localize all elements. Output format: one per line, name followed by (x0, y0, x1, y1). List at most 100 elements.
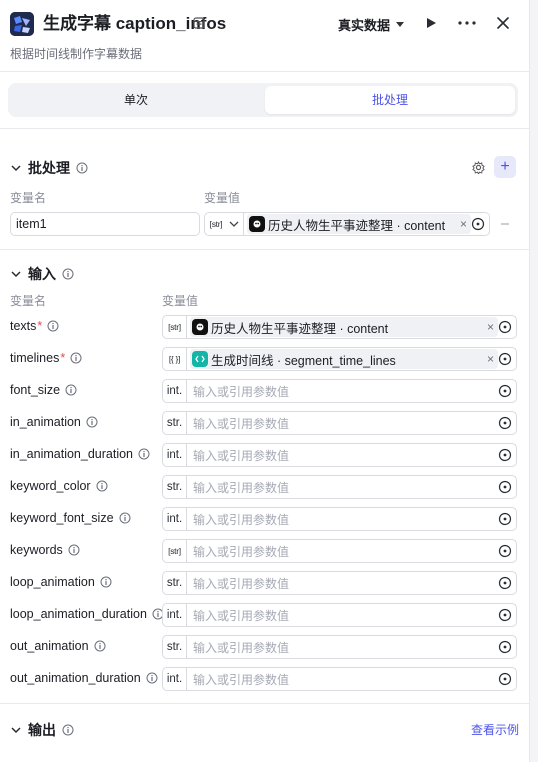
info-icon[interactable] (94, 640, 106, 652)
field-name-text: loop_animation (10, 575, 95, 589)
field-label-loop-animation-duration: loop_animation_duration (10, 607, 164, 621)
info-icon[interactable] (86, 416, 98, 428)
play-icon (427, 18, 436, 28)
batch-item-value-input[interactable]: [str] 历史人物生平事迹整理 · content × (204, 212, 490, 236)
field-label-timelines: timelines * (10, 351, 82, 365)
field-label-keywords: keywords (10, 543, 80, 557)
divider (0, 703, 530, 704)
required-marker: * (60, 351, 66, 365)
batch-section-header[interactable]: 批处理 (10, 158, 88, 178)
info-icon[interactable] (96, 480, 108, 492)
type-tag: str. (163, 636, 187, 658)
edit-icon[interactable] (193, 17, 205, 29)
field-name-text: loop_animation_duration (10, 607, 147, 621)
reference-target-icon[interactable] (498, 320, 512, 334)
node-config-panel: 生成字幕 caption_infos 真实数据 根据时间线制作字幕数据 单次 批… (0, 0, 530, 762)
type-tag: [{ }] (163, 348, 187, 370)
clear-icon[interactable]: × (487, 352, 494, 366)
reference-chip[interactable]: 生成时间线 · segment_time_lines × (190, 349, 498, 369)
type-tag: str. (163, 412, 187, 434)
clear-icon[interactable]: × (487, 320, 494, 334)
run-button[interactable] (420, 12, 442, 34)
inputs-section-header[interactable]: 输入 (10, 264, 74, 284)
output-section-title: 输出 (28, 722, 56, 738)
info-icon[interactable] (76, 162, 88, 174)
field-input-keywords[interactable]: [str] 输入或引用参数值 (162, 539, 517, 563)
info-icon[interactable] (138, 448, 150, 460)
reference-target-icon[interactable] (498, 672, 512, 686)
reference-target-icon[interactable] (498, 576, 512, 590)
field-input-keyword-font-size[interactable]: int. 输入或引用参数值 (162, 507, 517, 531)
field-input-out-animation[interactable]: str. 输入或引用参数值 (162, 635, 517, 659)
info-icon[interactable] (146, 672, 158, 684)
info-icon[interactable] (62, 268, 74, 280)
field-label-in-animation: in_animation (10, 415, 98, 429)
remove-item-icon[interactable] (500, 219, 510, 229)
type-tag: int. (163, 604, 187, 626)
mode-tabs: 单次 批处理 (8, 83, 518, 117)
info-icon[interactable] (47, 320, 59, 332)
type-tag: int. (163, 508, 187, 530)
field-input-font-size[interactable]: int. 输入或引用参数值 (162, 379, 517, 403)
reference-chip[interactable]: 历史人物生平事迹整理 · content × (247, 214, 471, 234)
input-placeholder: 输入或引用参数值 (193, 672, 290, 687)
field-input-keyword-color[interactable]: str. 输入或引用参数值 (162, 475, 517, 499)
output-section-header[interactable]: 输出 (10, 720, 74, 740)
reference-target-icon[interactable] (498, 352, 512, 366)
field-input-loop-animation-duration[interactable]: int. 输入或引用参数值 (162, 603, 517, 627)
reference-text: 生成时间线 · segment_time_lines (211, 353, 396, 368)
input-placeholder: 输入或引用参数值 (193, 640, 290, 655)
reference-target-icon[interactable] (498, 416, 512, 430)
reference-target-icon[interactable] (498, 480, 512, 494)
code-node-icon (192, 351, 208, 367)
field-input-texts[interactable]: [str] 历史人物生平事迹整理 · content × (162, 315, 517, 339)
reference-target-icon[interactable] (498, 384, 512, 398)
batch-section-title: 批处理 (28, 160, 70, 176)
reference-chip[interactable]: 历史人物生平事迹整理 · content × (190, 317, 498, 337)
reference-target-icon[interactable] (498, 640, 512, 654)
clear-icon[interactable]: × (460, 217, 467, 231)
field-input-timelines[interactable]: [{ }] 生成时间线 · segment_time_lines × (162, 347, 517, 371)
reference-target-icon[interactable] (498, 608, 512, 622)
tab-single[interactable]: 单次 (11, 86, 261, 114)
column-label-value: 变量值 (162, 294, 199, 308)
info-icon[interactable] (70, 352, 82, 364)
type-tag: int. (163, 380, 187, 402)
field-input-in-animation-duration[interactable]: int. 输入或引用参数值 (162, 443, 517, 467)
data-mode-select[interactable]: 真实数据 (338, 14, 405, 34)
more-button[interactable] (456, 12, 478, 34)
reference-text: 历史人物生平事迹整理 · content (211, 321, 389, 336)
info-icon[interactable] (62, 724, 74, 736)
reference-target-icon[interactable] (498, 512, 512, 526)
column-label-name: 变量名 (10, 191, 47, 205)
tab-batch[interactable]: 批处理 (265, 86, 515, 114)
plugin-icon (10, 12, 34, 36)
reference-target-icon[interactable] (471, 217, 485, 231)
field-input-in-animation[interactable]: str. 输入或引用参数值 (162, 411, 517, 435)
info-icon[interactable] (100, 576, 112, 588)
gear-icon[interactable] (472, 161, 485, 174)
close-icon (497, 17, 509, 29)
field-name-text: in_animation_duration (10, 447, 134, 461)
scrollbar[interactable] (530, 0, 538, 762)
field-label-font-size: font_size (10, 383, 77, 397)
close-button[interactable] (492, 12, 514, 34)
reference-text: 历史人物生平事迹整理 · content (268, 218, 446, 233)
column-label-value: 变量值 (204, 191, 241, 205)
reference-target-icon[interactable] (498, 448, 512, 462)
view-example-link[interactable]: 查看示例 (471, 721, 519, 738)
chevron-down-icon (11, 727, 21, 734)
add-batch-item-button[interactable]: + (494, 156, 516, 178)
field-name-text: texts (10, 319, 37, 333)
chevron-down-icon[interactable] (229, 219, 239, 229)
field-input-out-animation-duration[interactable]: int. 输入或引用参数值 (162, 667, 517, 691)
info-icon[interactable] (65, 384, 77, 396)
info-icon[interactable] (68, 544, 80, 556)
field-label-out-animation: out_animation (10, 639, 106, 653)
field-input-loop-animation[interactable]: str. 输入或引用参数值 (162, 571, 517, 595)
type-tag: int. (163, 444, 187, 466)
info-icon[interactable] (119, 512, 131, 524)
reference-target-icon[interactable] (498, 544, 512, 558)
inputs-section-title: 输入 (28, 266, 56, 282)
batch-item-name-input[interactable]: item1 (10, 212, 200, 236)
